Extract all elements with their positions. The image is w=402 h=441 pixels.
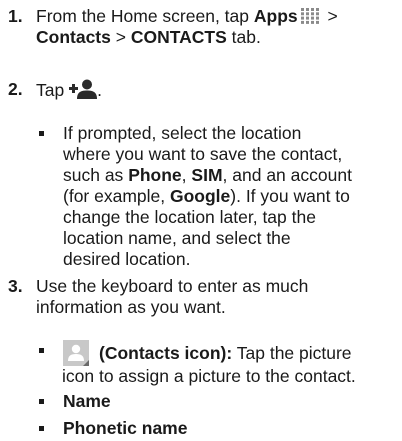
bullet-text: (Contacts icon): Tap the picture icon to…	[62, 340, 398, 387]
sim-label: SIM	[191, 165, 223, 185]
apps-label: Apps	[253, 6, 298, 26]
bullet-mark	[39, 131, 44, 136]
contact-picture-icon	[63, 340, 89, 366]
name-label: Name	[63, 391, 111, 411]
bullet-text: If prompted, select the location where y…	[63, 123, 352, 269]
step-text: Use the keyboard to enter as much inform…	[36, 276, 309, 317]
apps-grid-icon	[300, 8, 319, 24]
contacts-label: Contacts	[36, 27, 111, 47]
step-number: 3.	[8, 276, 23, 296]
step-number: 2.	[8, 79, 23, 99]
step-number: 1.	[8, 6, 23, 26]
google-label: Google	[169, 186, 231, 206]
phone-label: Phone	[128, 165, 182, 185]
step-text: From the Home screen, tap Apps > Contact…	[36, 6, 338, 47]
add-contact-icon	[69, 79, 98, 99]
bullet-mark	[39, 348, 44, 353]
contacts-tab-label: CONTACTS	[130, 27, 227, 47]
bullet-mark	[39, 399, 44, 404]
step-text: Tap .	[36, 79, 102, 100]
bullet-mark	[39, 426, 44, 431]
phonetic-name-label: Phonetic name	[63, 418, 188, 438]
